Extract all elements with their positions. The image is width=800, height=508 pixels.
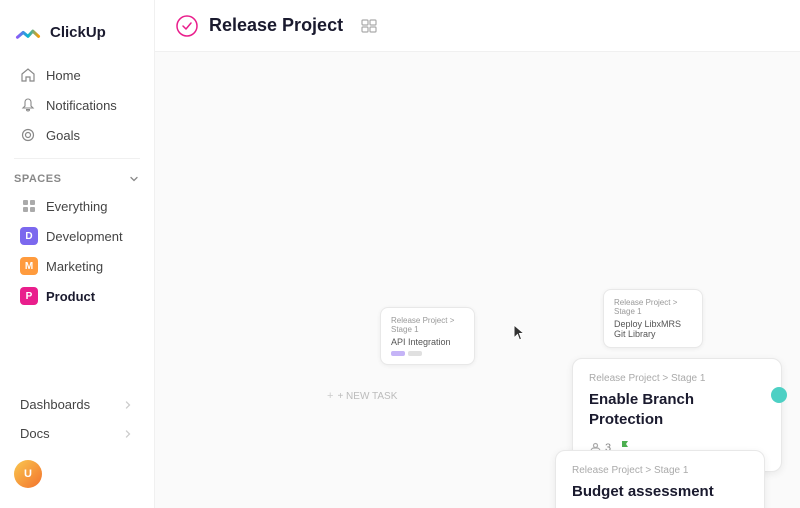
sidebar-item-product[interactable]: P Product — [6, 281, 148, 311]
bg-card-api: Release Project > Stage 1 API Integratio… — [380, 307, 475, 365]
sidebar-bottom: Dashboards Docs U — [0, 390, 154, 496]
sidebar-item-dashboards[interactable]: Dashboards — [6, 390, 148, 419]
sidebar-item-notifications[interactable]: Notifications — [6, 90, 148, 120]
sidebar-item-goals[interactable]: Goals — [6, 120, 148, 150]
status-dot-branch — [771, 387, 787, 403]
chevron-down-icon — [128, 173, 140, 185]
divider — [14, 158, 140, 159]
bg-card-deploy-title: Release Project > Stage 1 — [614, 298, 692, 316]
mouse-cursor — [513, 324, 523, 334]
sidebar-item-everything[interactable]: Everything — [6, 191, 148, 221]
bg-card-deploy-content: Deploy LibxMRS Git Library — [614, 319, 692, 339]
add-task-plus-left: + — [327, 390, 333, 402]
bg-card-api-dots — [391, 351, 464, 356]
task-card-budget-breadcrumb: Release Project > Stage 1 — [572, 465, 748, 476]
chevron-right-icon-docs — [122, 428, 134, 440]
marketing-dot: M — [20, 257, 38, 275]
bg-card-api-content: API Integration — [391, 337, 464, 347]
sidebar-item-marketing[interactable]: M Marketing — [6, 251, 148, 281]
home-label: Home — [46, 68, 81, 83]
clickup-logo-icon — [14, 18, 42, 46]
canvas-area[interactable]: Release Project > Stage 1 API Integratio… — [155, 52, 800, 508]
dashboards-label: Dashboards — [20, 397, 90, 412]
task-card-budget[interactable]: Release Project > Stage 1 Budget assessm… — [555, 450, 765, 508]
task-card-branch-title: Enable Branch Protection — [589, 390, 765, 429]
logo-text: ClickUp — [50, 24, 106, 41]
user-avatar-area[interactable]: U — [0, 452, 154, 496]
chevron-right-icon — [122, 399, 134, 411]
notifications-label: Notifications — [46, 98, 117, 113]
sidebar-item-development[interactable]: D Development — [6, 221, 148, 251]
sidebar: ClickUp Home Notifications Goals Spaces — [0, 0, 155, 508]
spaces-header[interactable]: Spaces — [0, 167, 154, 191]
sidebar-item-home[interactable]: Home — [6, 60, 148, 90]
view-toggle-icon[interactable] — [357, 14, 381, 38]
logo-area[interactable]: ClickUp — [0, 12, 154, 60]
grid-icon — [20, 197, 38, 215]
sidebar-item-docs[interactable]: Docs — [6, 419, 148, 448]
bg-card-api-title: Release Project > Stage 1 — [391, 316, 464, 334]
top-bar: Release Project — [155, 0, 800, 52]
task-card-branch-breadcrumb: Release Project > Stage 1 — [589, 373, 765, 384]
home-icon — [20, 67, 36, 83]
main-content: Release Project Release Project > Stage … — [155, 0, 800, 508]
project-icon — [175, 14, 199, 38]
everything-label: Everything — [46, 199, 107, 214]
task-card-budget-title: Budget assessment — [572, 482, 748, 502]
development-dot: D — [20, 227, 38, 245]
bg-card-deploy: Release Project > Stage 1 Deploy LibxMRS… — [603, 289, 703, 348]
product-label: Product — [46, 289, 95, 304]
marketing-label: Marketing — [46, 259, 103, 274]
add-task-text-left: + NEW TASK — [337, 391, 397, 402]
project-title: Release Project — [209, 15, 343, 36]
docs-label: Docs — [20, 426, 50, 441]
bell-icon — [20, 97, 36, 113]
avatar: U — [14, 460, 42, 488]
product-dot: P — [20, 287, 38, 305]
add-task-label-left[interactable]: + + NEW TASK — [327, 390, 397, 402]
goals-icon — [20, 127, 36, 143]
development-label: Development — [46, 229, 123, 244]
goals-label: Goals — [46, 128, 80, 143]
spaces-label: Spaces — [14, 173, 61, 185]
